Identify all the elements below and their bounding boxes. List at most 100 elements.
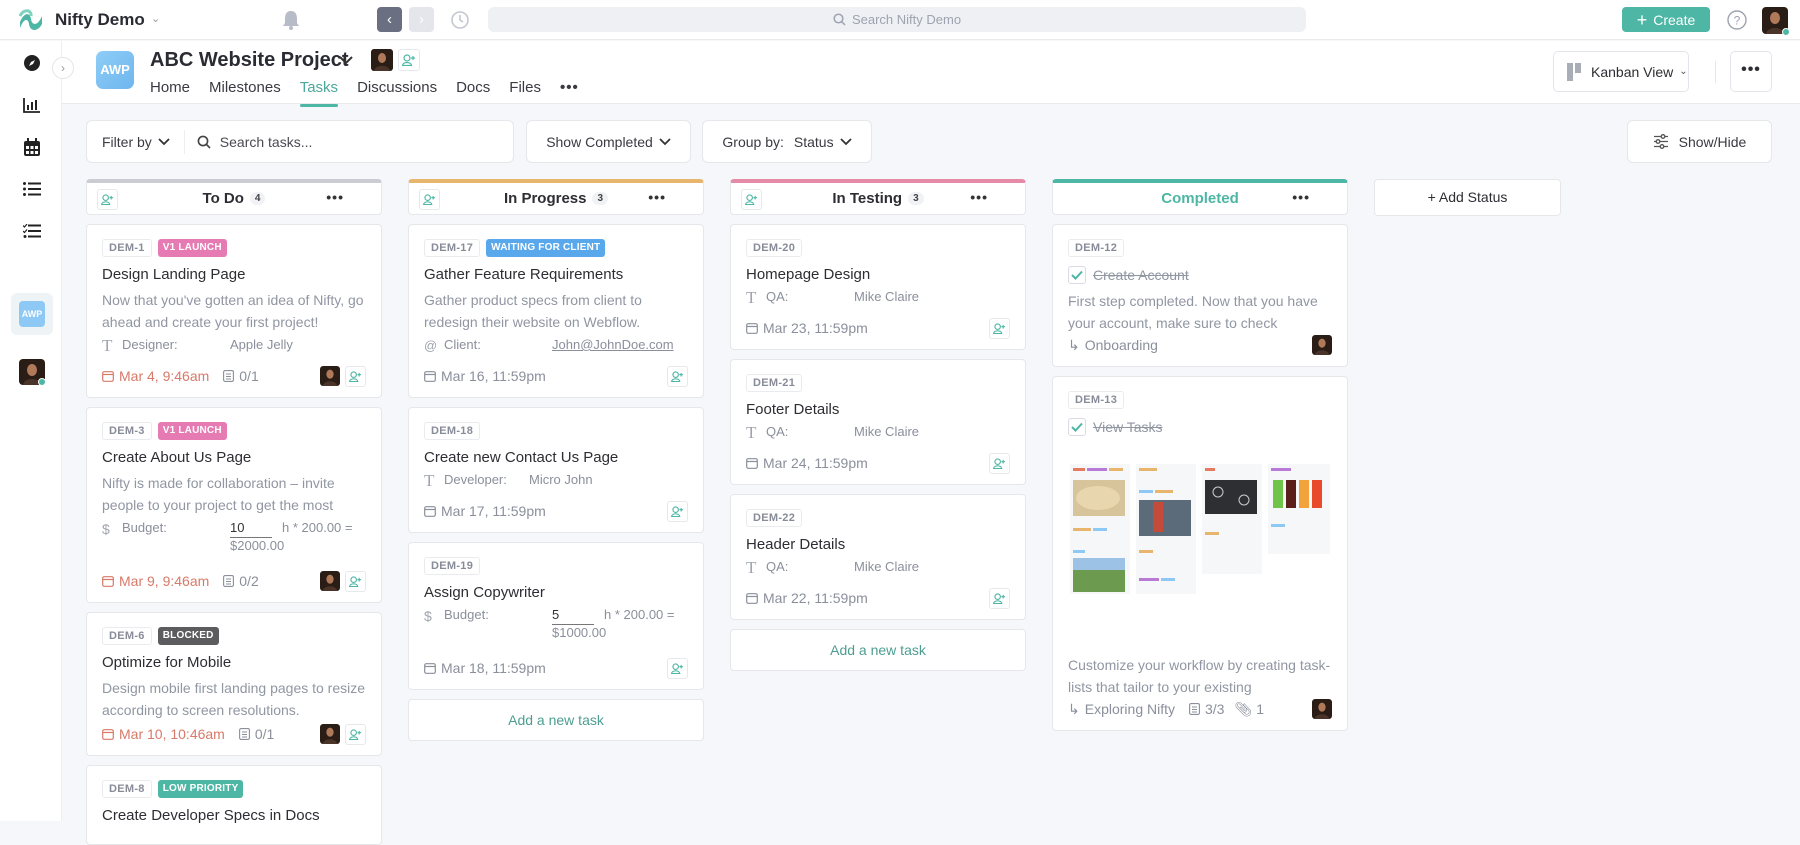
column-menu-button[interactable]: ••• bbox=[970, 189, 988, 205]
tab-discussions[interactable]: Discussions bbox=[357, 79, 437, 102]
add-assignee-button[interactable] bbox=[667, 500, 688, 522]
task-card[interactable]: DEM-13 View Tasks Customize your workflo… bbox=[1052, 376, 1348, 731]
client-email-link[interactable]: John@JohnDoe.com bbox=[552, 337, 674, 352]
task-card[interactable]: DEM-20 Homepage Design T QA: Mike Claire M… bbox=[730, 224, 1026, 350]
back-button[interactable]: ‹ bbox=[377, 7, 402, 32]
history-icon[interactable] bbox=[449, 9, 471, 31]
task-card[interactable]: DEM-8 LOW PRIORITY Create Developer Specs… bbox=[86, 765, 382, 845]
due-date[interactable]: Mar 17, 11:59pm bbox=[424, 503, 546, 519]
completed-checkbox[interactable] bbox=[1068, 266, 1086, 284]
add-assignee-button[interactable] bbox=[345, 570, 366, 592]
tab-home[interactable]: Home bbox=[150, 79, 190, 102]
add-assignee-button[interactable] bbox=[345, 365, 366, 387]
task-card[interactable]: DEM-18 Create new Contact Us Page T Devel… bbox=[408, 407, 704, 533]
create-button[interactable]: + Create bbox=[1622, 7, 1710, 32]
field-label: QA: bbox=[766, 289, 789, 304]
assignee-avatar[interactable] bbox=[320, 724, 340, 744]
field-value[interactable]: Micro John bbox=[529, 472, 593, 487]
add-status-button[interactable]: + Add Status bbox=[1374, 179, 1561, 216]
sidebar: AWP bbox=[0, 41, 62, 821]
tab-docs[interactable]: Docs bbox=[456, 79, 490, 102]
task-card[interactable]: DEM-3 V1 LAUNCH Create About Us Page Nift… bbox=[86, 407, 382, 603]
add-task-button[interactable]: Add a new task bbox=[730, 629, 1026, 671]
tab-files[interactable]: Files bbox=[509, 79, 541, 102]
due-date[interactable]: Mar 24, 11:59pm bbox=[746, 455, 868, 471]
sidebar-project-awp[interactable]: AWP bbox=[11, 293, 53, 335]
column-menu-button[interactable]: ••• bbox=[648, 189, 666, 205]
forward-button[interactable]: › bbox=[409, 7, 434, 32]
add-assignee-button[interactable] bbox=[97, 189, 118, 210]
more-options-button[interactable]: ••• bbox=[1730, 51, 1772, 92]
global-search-input[interactable]: Search Nifty Demo bbox=[488, 7, 1306, 32]
due-date[interactable]: Mar 22, 11:59pm bbox=[746, 590, 868, 606]
assignee-avatar[interactable] bbox=[320, 571, 340, 591]
chevron-down-icon[interactable] bbox=[337, 51, 355, 69]
task-card[interactable]: DEM-12 Create Account First step complet… bbox=[1052, 224, 1348, 367]
checklist-icon[interactable] bbox=[21, 220, 43, 242]
add-user-icon bbox=[671, 505, 683, 517]
tab-tasks[interactable]: Tasks bbox=[299, 79, 339, 107]
workspace-name[interactable]: Nifty Demo bbox=[55, 10, 145, 30]
show-hide-button[interactable]: Show/Hide bbox=[1627, 120, 1772, 163]
budget-hours-input[interactable]: 10 bbox=[230, 520, 272, 538]
task-card[interactable]: DEM-22 Header Details T QA: Mike Claire Ma… bbox=[730, 494, 1026, 620]
task-list-link[interactable]: ↳ Exploring Nifty bbox=[1068, 701, 1175, 718]
add-assignee-button[interactable] bbox=[989, 587, 1010, 609]
due-date[interactable]: Mar 10, 10:46am bbox=[102, 726, 225, 742]
sidebar-expand-button[interactable]: › bbox=[52, 57, 74, 79]
assignee-avatar[interactable] bbox=[1312, 699, 1332, 719]
due-date[interactable]: Mar 9, 9:46am bbox=[102, 573, 209, 589]
assignee-avatar[interactable] bbox=[320, 366, 340, 386]
help-icon[interactable]: ? bbox=[1726, 9, 1748, 31]
task-card[interactable]: DEM-6 BLOCKED Optimize for Mobile Design … bbox=[86, 612, 382, 756]
project-title[interactable]: ABC Website Project bbox=[150, 49, 349, 72]
add-assignee-button[interactable] bbox=[667, 365, 688, 387]
task-card[interactable]: DEM-17 WAITING FOR CLIENT Gather Feature … bbox=[408, 224, 704, 398]
bell-icon[interactable] bbox=[281, 9, 301, 31]
user-avatar[interactable] bbox=[1762, 7, 1790, 36]
list-icon[interactable] bbox=[21, 178, 43, 200]
show-completed-dropdown[interactable]: Show Completed bbox=[526, 120, 691, 163]
column-menu-button[interactable]: ••• bbox=[1292, 189, 1310, 205]
filter-by-dropdown[interactable]: Filter by bbox=[87, 129, 185, 154]
field-value[interactable]: Mike Claire bbox=[854, 559, 919, 574]
view-selector[interactable]: Kanban View ⌄ bbox=[1553, 51, 1689, 92]
add-assignee-button[interactable] bbox=[667, 657, 688, 679]
chart-icon[interactable] bbox=[21, 94, 43, 116]
add-member-button[interactable] bbox=[398, 49, 420, 71]
project-member-avatar[interactable] bbox=[371, 49, 393, 71]
add-assignee-button[interactable] bbox=[419, 189, 440, 210]
task-list-link[interactable]: ↳ Onboarding bbox=[1068, 337, 1158, 354]
text-field-icon: T bbox=[746, 423, 757, 442]
group-by-dropdown[interactable]: Group by: Status bbox=[702, 120, 872, 163]
task-search-input[interactable]: Search tasks... bbox=[185, 134, 312, 150]
task-card[interactable]: DEM-21 Footer Details T QA: Mike Claire Ma… bbox=[730, 359, 1026, 485]
budget-hours-input[interactable]: 5 bbox=[552, 607, 594, 625]
text-field-icon: T bbox=[746, 288, 757, 307]
due-date[interactable]: Mar 23, 11:59pm bbox=[746, 320, 868, 336]
completed-checkbox[interactable] bbox=[1068, 418, 1086, 436]
field-label: Developer: bbox=[444, 472, 507, 487]
sidebar-user-avatar[interactable] bbox=[19, 359, 46, 386]
add-task-button[interactable]: Add a new task bbox=[408, 699, 704, 741]
field-value[interactable]: Mike Claire bbox=[854, 424, 919, 439]
add-assignee-button[interactable] bbox=[345, 723, 366, 745]
due-date[interactable]: Mar 16, 11:59pm bbox=[424, 368, 546, 384]
add-assignee-button[interactable] bbox=[741, 189, 762, 210]
nifty-logo-icon[interactable] bbox=[18, 8, 44, 32]
workspace-chevron-icon[interactable]: ⌄ bbox=[151, 12, 160, 25]
add-assignee-button[interactable] bbox=[989, 317, 1010, 339]
calendar-icon[interactable] bbox=[21, 136, 43, 158]
tabs-more-button[interactable]: ••• bbox=[560, 79, 579, 102]
add-assignee-button[interactable] bbox=[989, 452, 1010, 474]
compass-icon[interactable] bbox=[21, 52, 43, 74]
task-card[interactable]: DEM-19 Assign Copywriter $ Budget: 5 h * 20… bbox=[408, 542, 704, 690]
field-value[interactable]: Apple Jelly bbox=[230, 337, 293, 352]
due-date[interactable]: Mar 18, 11:59pm bbox=[424, 660, 546, 676]
task-card[interactable]: DEM-1 V1 LAUNCH Design Landing Page Now t… bbox=[86, 224, 382, 398]
column-menu-button[interactable]: ••• bbox=[326, 189, 344, 205]
field-value[interactable]: Mike Claire bbox=[854, 289, 919, 304]
assignee-avatar[interactable] bbox=[1312, 335, 1332, 355]
tab-milestones[interactable]: Milestones bbox=[209, 79, 281, 102]
due-date[interactable]: Mar 4, 9:46am bbox=[102, 368, 209, 384]
